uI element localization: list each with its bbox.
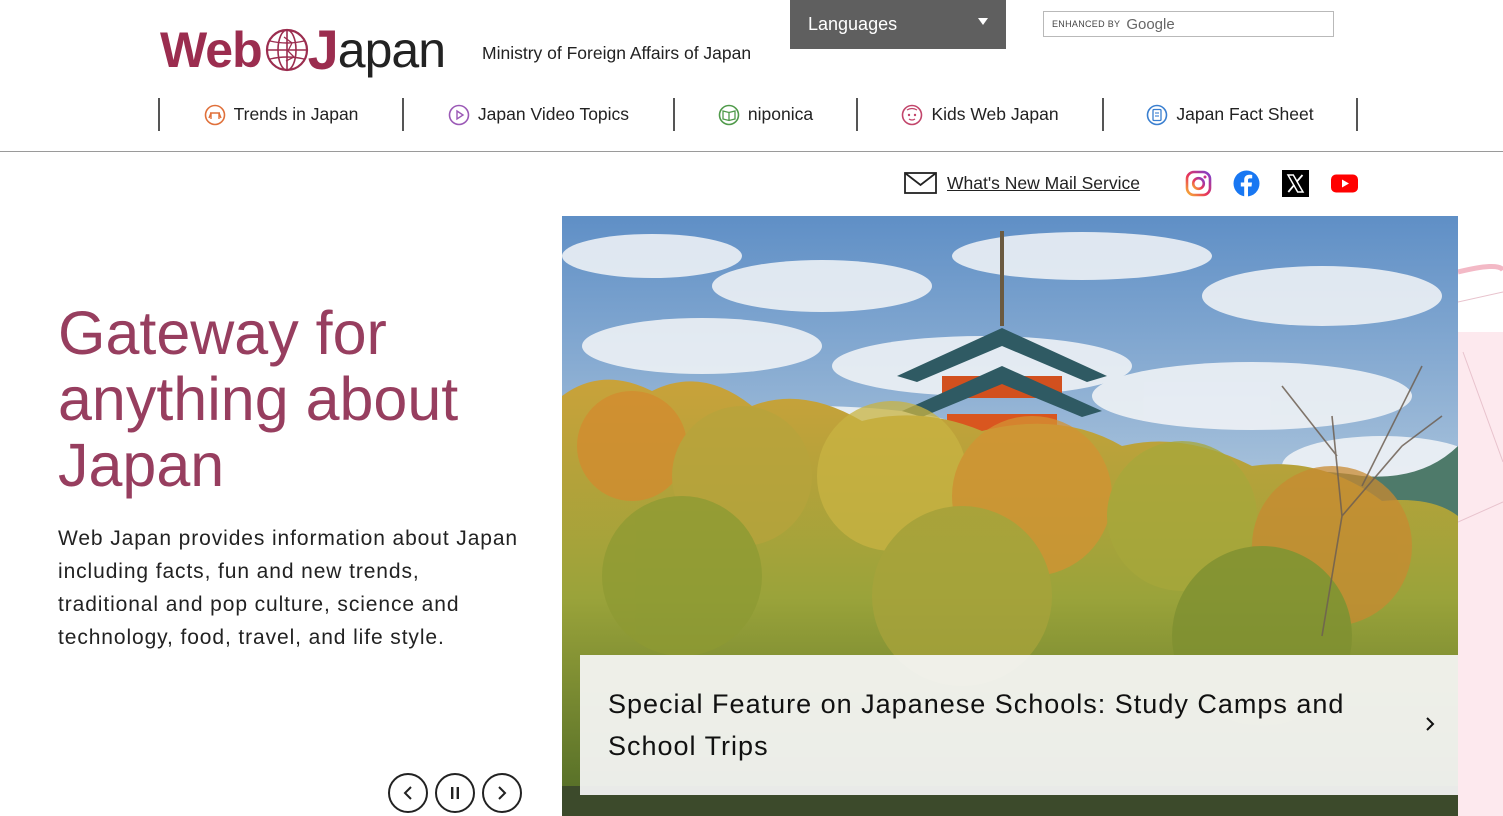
trends-icon	[204, 104, 225, 125]
carousel-prev-button[interactable]	[388, 773, 428, 813]
nav-item-niponica[interactable]: niponica	[673, 98, 856, 131]
logo-japan-text: apan	[337, 22, 446, 78]
chevron-right-icon	[1426, 717, 1435, 731]
carousel-next-button[interactable]	[482, 773, 522, 813]
ministry-label: Ministry of Foreign Affairs of Japan	[482, 43, 752, 63]
hero-description: Web Japan provides information about Jap…	[58, 527, 519, 649]
book-icon	[718, 104, 740, 125]
search-input[interactable]: ENHANCED BY Google	[1043, 11, 1334, 37]
search-enhanced-by: ENHANCED BY	[1052, 19, 1121, 29]
languages-dropdown[interactable]: Languages	[790, 0, 1006, 49]
nav-label: niponica	[747, 104, 814, 124]
nav-item-fact-sheet[interactable]: Japan Fact Sheet	[1102, 98, 1358, 131]
kids-face-icon	[902, 104, 923, 125]
mail-service-link[interactable]: What's New Mail Service	[904, 172, 1140, 194]
main-nav: Trends in Japan Japan Video Topics nipon…	[158, 98, 1358, 131]
nav-label: Kids Web Japan	[931, 104, 1059, 124]
x-icon[interactable]	[1282, 170, 1309, 197]
caret-down-icon	[978, 18, 988, 25]
facebook-icon[interactable]	[1233, 170, 1260, 197]
hero-title: Gateway for anything about Japan	[58, 299, 459, 499]
mail-icon	[904, 172, 937, 194]
decorative-globe-lines	[1458, 264, 1503, 816]
nav-label: Japan Video Topics	[477, 104, 630, 124]
fact-sheet-icon	[1147, 104, 1168, 125]
chevron-left-icon	[403, 786, 412, 800]
site-header: Web Japan Ministry of Foreign Affairs of…	[0, 0, 1503, 152]
google-brand: Google	[1126, 15, 1175, 33]
nav-item-trends[interactable]: Trends in Japan	[158, 98, 402, 131]
globe-icon	[265, 28, 308, 72]
carousel-pause-button[interactable]	[435, 773, 475, 813]
web-japan-logo[interactable]: Web Japan	[160, 12, 446, 81]
logo-j-letter: J	[307, 18, 339, 81]
carousel-caption-text: Special Feature on Japanese Schools: Stu…	[608, 689, 1345, 761]
languages-label: Languages	[808, 14, 898, 34]
youtube-icon[interactable]	[1331, 170, 1358, 197]
pause-icon	[451, 787, 459, 799]
video-play-icon	[448, 104, 470, 125]
instagram-icon[interactable]	[1185, 170, 1212, 197]
mail-service-label: What's New Mail Service	[947, 172, 1140, 193]
carousel-caption-link[interactable]: Special Feature on Japanese Schools: Stu…	[580, 655, 1458, 795]
nav-item-video-topics[interactable]: Japan Video Topics	[402, 98, 673, 131]
chevron-right-icon	[498, 786, 507, 800]
nav-label: Trends in Japan	[233, 104, 359, 124]
nav-label: Japan Fact Sheet	[1176, 104, 1314, 124]
logo-web-text: Web	[160, 22, 263, 78]
nav-item-kids-web-japan[interactable]: Kids Web Japan	[856, 98, 1102, 131]
